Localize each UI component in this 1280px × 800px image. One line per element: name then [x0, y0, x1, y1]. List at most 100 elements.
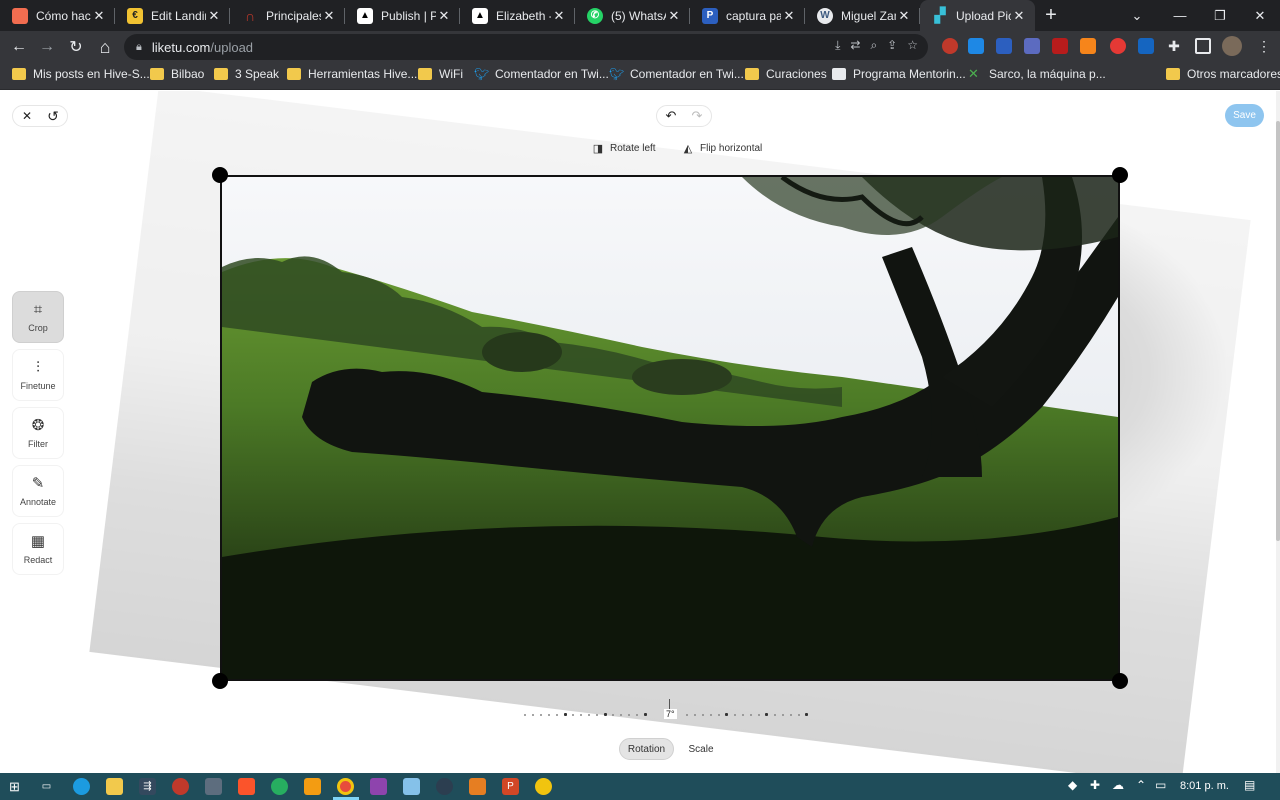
undo-button[interactable]: ↶ — [658, 103, 684, 129]
start-windows-icon[interactable]: ⊞ — [6, 778, 23, 795]
notepad-icon[interactable] — [403, 778, 420, 795]
tray-app-icon[interactable]: ✚ — [1090, 778, 1100, 792]
browser-tab[interactable]: ∩ Principales F ✕ — [230, 0, 345, 31]
tool-redact[interactable]: ▦ Redact — [12, 523, 64, 575]
tab-close-icon[interactable]: ✕ — [206, 8, 222, 24]
side-panel-icon[interactable] — [1195, 38, 1211, 54]
revert-history-button[interactable]: ↺ — [40, 103, 66, 129]
task-view-icon[interactable]: ▭ — [38, 778, 55, 795]
calculator-icon[interactable] — [205, 778, 222, 795]
browser-tab[interactable]: € Edit Landing ✕ — [115, 0, 230, 31]
tab-close-icon[interactable]: ✕ — [781, 8, 797, 24]
crop-handle-bottom-right[interactable] — [1112, 673, 1128, 689]
address-bar[interactable]: 🔒︎ liketu.com/upload ⤓ ⇄ ⌕ ⇪ ☆ — [124, 34, 928, 60]
bookmark-item[interactable]: Bilbao — [150, 67, 204, 81]
flip-horizontal-button[interactable]: ◭ Flip horizontal — [682, 142, 763, 155]
extension-icon[interactable] — [1110, 38, 1126, 54]
onedrive-icon[interactable]: ☁ — [1112, 778, 1124, 792]
close-window-icon[interactable]: ✕ — [1240, 0, 1280, 31]
scrollbar-thumb[interactable] — [1276, 121, 1280, 541]
zoom-icon[interactable]: ⌕ — [870, 38, 877, 53]
tool-annotate[interactable]: ✎ Annotate — [12, 465, 64, 517]
bookmark-star-icon[interactable]: ☆ — [907, 38, 918, 53]
back-icon[interactable]: ← — [6, 34, 32, 60]
tab-search-icon[interactable]: ⌄ — [1117, 0, 1157, 31]
bookmark-item[interactable]: 🐦︎ Comentador en Twi... — [474, 67, 609, 81]
powerpoint-icon[interactable]: P — [502, 778, 519, 795]
bookmark-item[interactable]: Mis posts en Hive-S... — [12, 67, 150, 81]
bookmark-item[interactable]: Programa Mentorin... — [832, 67, 966, 81]
extensions-puzzle-icon[interactable]: ✚ — [1166, 38, 1182, 54]
redo-button[interactable]: ↷ — [684, 103, 710, 129]
brave-icon[interactable] — [238, 778, 255, 795]
browser-tab-active[interactable]: ▞ Upload Pictu ✕ — [920, 0, 1035, 31]
install-icon[interactable]: ⤓ — [835, 38, 840, 53]
save-button[interactable]: Save — [1225, 104, 1264, 127]
tab-close-icon[interactable]: ✕ — [551, 8, 567, 24]
scale-mode-button[interactable]: Scale — [682, 738, 720, 760]
bookmark-item[interactable]: ✕ Sarco, la máquina p... — [968, 67, 1106, 81]
browser-tab[interactable]: Cómo hacer ✕ — [0, 0, 115, 31]
tab-close-icon[interactable]: ✕ — [436, 8, 452, 24]
translate-icon[interactable]: ⇄ — [850, 38, 860, 53]
page-scrollbar[interactable] — [1276, 91, 1280, 773]
app-icon[interactable] — [370, 778, 387, 795]
app-icon[interactable]: ⇶ — [139, 778, 156, 795]
tab-close-icon[interactable]: ✕ — [896, 8, 912, 24]
tab-close-icon[interactable]: ✕ — [321, 8, 337, 24]
file-explorer-icon[interactable] — [106, 778, 123, 795]
tool-crop[interactable]: ⌗ Crop — [12, 291, 64, 343]
tray-app-icon[interactable]: ◆ — [1068, 778, 1077, 792]
app-icon[interactable] — [436, 778, 453, 795]
rotate-left-button[interactable]: ◨ Rotate left — [592, 142, 656, 155]
app-icon[interactable] — [271, 778, 288, 795]
tool-filter[interactable]: ❂ Filter — [12, 407, 64, 459]
extension-icon[interactable] — [1024, 38, 1040, 54]
extension-icon[interactable] — [996, 38, 1012, 54]
crop-handle-top-left[interactable] — [212, 167, 228, 183]
home-icon[interactable]: ⌂ — [92, 34, 118, 60]
chrome-icon[interactable] — [337, 778, 354, 795]
tab-close-icon[interactable]: ✕ — [1011, 8, 1027, 24]
minimize-icon[interactable]: — — [1160, 0, 1200, 31]
edge-icon[interactable] — [73, 778, 90, 795]
crop-area-photo[interactable] — [220, 175, 1120, 681]
browser-tab[interactable]: ✆ (5) WhatsAp ✕ — [575, 0, 690, 31]
extension-icon[interactable] — [968, 38, 984, 54]
browser-tab[interactable]: W Miguel Zam ✕ — [805, 0, 920, 31]
tool-finetune[interactable]: ⫶ Finetune — [12, 349, 64, 401]
media-player-icon[interactable] — [304, 778, 321, 795]
rotation-mode-button[interactable]: Rotation — [619, 738, 674, 760]
menu-icon[interactable]: ⋮ — [1256, 38, 1272, 54]
bookmark-item[interactable]: Herramientas Hive... — [287, 67, 417, 81]
app-icon[interactable] — [469, 778, 486, 795]
app-icon[interactable] — [535, 778, 552, 795]
metamask-icon[interactable] — [1080, 38, 1096, 54]
tray-chevron-icon[interactable]: ⌃ — [1136, 778, 1146, 792]
new-tab-button[interactable]: + — [1035, 0, 1067, 31]
browser-tab[interactable]: P captura pan ✕ — [690, 0, 805, 31]
network-icon[interactable]: ▭ — [1155, 778, 1166, 792]
reload-icon[interactable]: ↻ — [63, 34, 89, 60]
bookmark-item[interactable]: Curaciones — [745, 67, 827, 81]
forward-icon[interactable]: → — [34, 34, 60, 60]
tab-close-icon[interactable]: ✕ — [91, 8, 107, 24]
notifications-icon[interactable]: ▤ — [1244, 778, 1255, 792]
system-clock[interactable]: 8:01 p. m. — [1180, 780, 1229, 792]
crop-handle-bottom-left[interactable] — [212, 673, 228, 689]
restore-icon[interactable]: ❐ — [1200, 0, 1240, 31]
tab-close-icon[interactable]: ✕ — [666, 8, 682, 24]
close-editor-button[interactable]: ✕ — [14, 103, 40, 129]
profile-avatar[interactable] — [1222, 36, 1242, 56]
bookmark-item[interactable]: 🐦︎ Comentador en Twi... — [609, 67, 744, 81]
share-icon[interactable]: ⇪ — [887, 38, 897, 53]
extension-icon[interactable] — [1138, 38, 1154, 54]
crop-handle-top-right[interactable] — [1112, 167, 1128, 183]
other-bookmarks[interactable]: Otros marcadores — [1166, 67, 1280, 81]
extension-icon[interactable] — [1052, 38, 1068, 54]
browser-tab[interactable]: ▲ Elizabeth - ( ✕ — [460, 0, 575, 31]
bookmark-item[interactable]: WiFi — [418, 67, 463, 81]
app-icon[interactable] — [172, 778, 189, 795]
bookmark-item[interactable]: 3 Speak — [214, 67, 279, 81]
extension-key-icon[interactable] — [942, 38, 958, 54]
